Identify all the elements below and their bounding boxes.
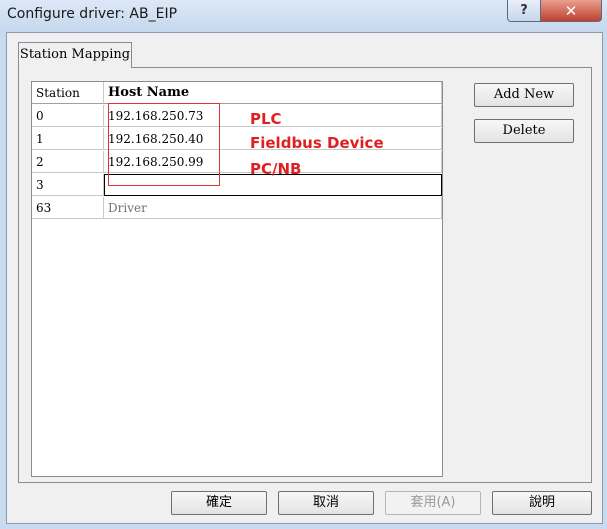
close-button[interactable]: ✕ <box>540 0 602 22</box>
table-row[interactable]: 63 Driver <box>32 197 442 220</box>
host-name-cell[interactable]: Driver <box>104 197 442 219</box>
delete-button[interactable]: Delete <box>474 119 574 143</box>
question-icon: ? <box>520 3 528 18</box>
annotation-pc-nb: PC/NB <box>250 160 302 178</box>
table-row[interactable]: 0 192.168.250.73 <box>32 105 442 128</box>
station-cell[interactable]: 63 <box>32 197 104 219</box>
column-header-station[interactable]: Station <box>32 82 104 104</box>
help-dialog-button[interactable]: 說明 <box>492 491 592 515</box>
cancel-button[interactable]: 取消 <box>278 491 374 515</box>
station-cell[interactable]: 0 <box>32 105 104 127</box>
column-header-host-name[interactable]: Host Name <box>104 82 442 104</box>
close-icon: ✕ <box>564 1 578 20</box>
help-button[interactable]: ? <box>507 0 541 22</box>
tab-station-mapping[interactable]: Station Mapping <box>18 42 132 68</box>
annotation-fieldbus-device: Fieldbus Device <box>250 134 384 152</box>
station-cell[interactable]: 1 <box>32 128 104 150</box>
table-row[interactable]: 3 <box>32 174 442 197</box>
apply-button[interactable]: 套用(A) <box>385 491 481 515</box>
station-cell[interactable]: 3 <box>32 174 104 196</box>
annotation-plc: PLC <box>250 110 282 128</box>
add-new-button[interactable]: Add New <box>474 83 574 107</box>
dialog-body: Station Mapping Station Host Name 0 192.… <box>6 32 603 524</box>
annotation-highlight-box <box>108 103 220 186</box>
grid-header: Station Host Name <box>32 82 442 105</box>
station-cell[interactable]: 2 <box>32 151 104 173</box>
ok-button[interactable]: 確定 <box>171 491 267 515</box>
title-bar: Configure driver: AB_EIP ? ✕ <box>0 0 607 32</box>
table-row[interactable]: 2 192.168.250.99 <box>32 151 442 174</box>
window-title: Configure driver: AB_EIP <box>7 6 178 22</box>
